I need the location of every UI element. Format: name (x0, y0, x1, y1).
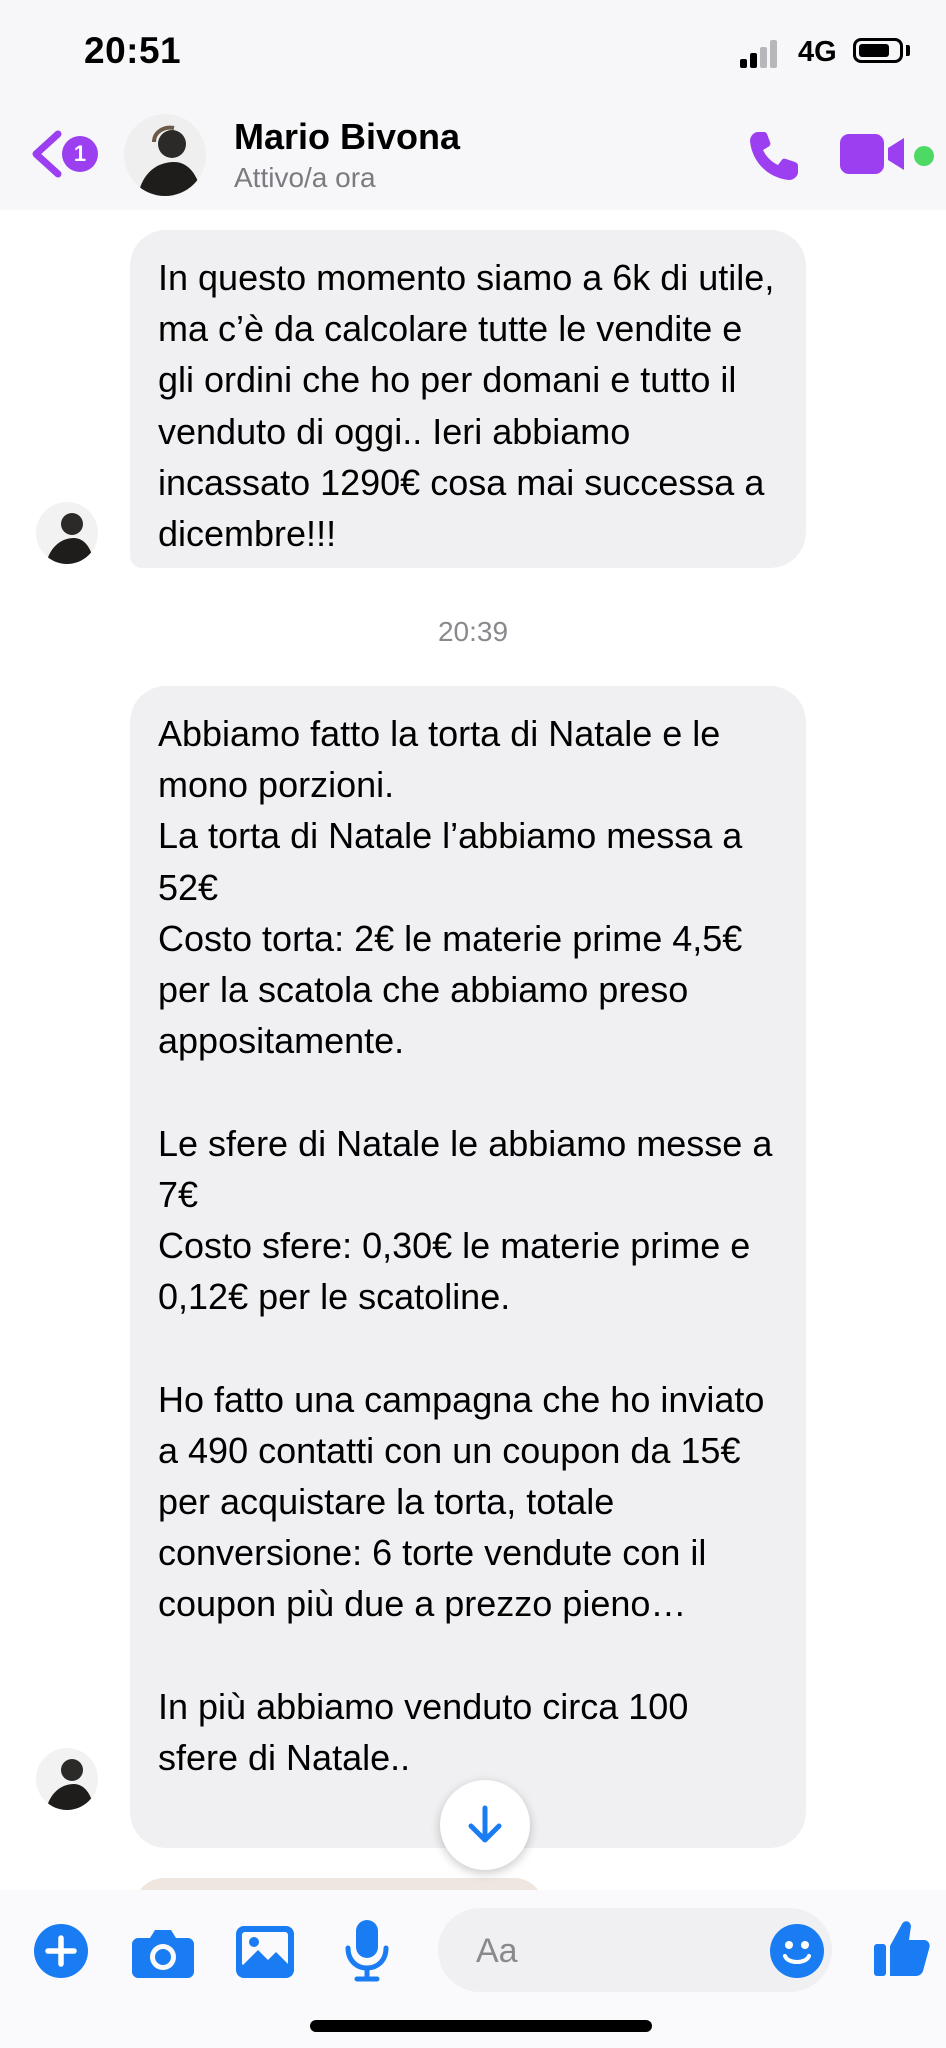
message-bubble[interactable]: In questo momento siamo a 6k di utile, m… (130, 230, 806, 568)
contact-name[interactable]: Mario Bivona (234, 116, 460, 158)
battery-icon (853, 38, 903, 63)
message-input[interactable] (474, 1922, 738, 1980)
status-bar: 20:51 4G (0, 0, 946, 110)
message-input-container (438, 1908, 832, 1992)
camera-icon[interactable] (132, 1928, 194, 1978)
chat-header: 1 Mario Bivona Attivo/a ora (0, 110, 946, 210)
emoji-icon[interactable] (770, 1924, 824, 1978)
scroll-to-bottom-button[interactable] (440, 1780, 530, 1870)
back-button[interactable]: 1 (28, 124, 108, 184)
image-icon[interactable] (236, 1926, 294, 1978)
contact-status: Attivo/a ora (234, 162, 376, 193)
phone-icon[interactable] (744, 126, 804, 186)
unread-badge: 1 (62, 136, 98, 172)
thumbs-up-icon[interactable] (874, 1918, 930, 1978)
signal-strength-icon (740, 38, 782, 68)
status-time: 20:51 (84, 30, 182, 71)
sender-avatar[interactable] (36, 1748, 98, 1810)
network-type: 4G (798, 36, 837, 68)
sender-avatar[interactable] (36, 502, 98, 564)
online-status-dot (914, 146, 934, 166)
plus-icon[interactable] (34, 1924, 88, 1978)
avatar[interactable] (124, 114, 206, 196)
battery-tip (906, 45, 910, 56)
messenger-chat-screen: 20:51 4G 1 Mario Bivona Attivo/a ora In … (0, 0, 946, 2048)
message-timestamp: 20:39 (437, 616, 509, 647)
video-camera-icon[interactable] (840, 132, 906, 176)
home-indicator (310, 2020, 652, 2032)
message-bubble[interactable]: Abbiamo fatto la torta di Natale e le mo… (130, 686, 806, 1848)
battery-level (859, 44, 889, 57)
microphone-icon[interactable] (344, 1920, 390, 1982)
arrow-down-icon (468, 1805, 502, 1843)
